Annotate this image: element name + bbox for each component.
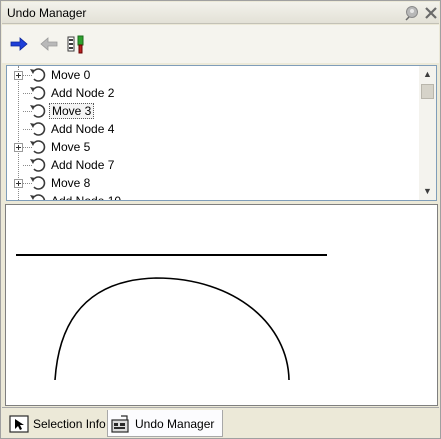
history-item-add-node-10[interactable]: Add Node 10 xyxy=(7,192,417,201)
history-item-move-8[interactable]: Move 8 xyxy=(7,174,417,192)
panel-title: Undo Manager xyxy=(7,6,87,20)
undo-history-icon xyxy=(29,139,47,155)
undo-history-icon xyxy=(29,85,47,101)
history-item-add-node-2[interactable]: Add Node 2 xyxy=(7,84,417,102)
expand-icon[interactable] xyxy=(14,143,23,152)
history-item-label: Add Node 10 xyxy=(51,194,122,201)
history-item-label: Add Node 2 xyxy=(51,86,115,100)
settings-icon[interactable] xyxy=(66,34,88,54)
undo-arrow-icon[interactable] xyxy=(38,34,60,54)
history-item-add-node-7[interactable]: Add Node 7 xyxy=(7,156,417,174)
tab-label: Selection Info xyxy=(33,417,106,431)
scroll-down-icon[interactable]: ▼ xyxy=(419,183,436,200)
canvas-arc xyxy=(54,277,290,381)
redo-arrow-icon[interactable] xyxy=(8,34,30,54)
history-item-label: Move 8 xyxy=(51,176,91,190)
tab-selection-info[interactable]: Selection Info xyxy=(6,410,107,437)
history-item-move-0[interactable]: Move 0 xyxy=(7,66,417,84)
undo-history-icon xyxy=(29,121,47,137)
expand-icon[interactable] xyxy=(14,179,23,188)
tab-undo-manager[interactable]: Undo Manager xyxy=(107,410,223,437)
selection-info-icon xyxy=(9,415,29,433)
undo-history-icon xyxy=(29,103,47,119)
tab-label: Undo Manager xyxy=(135,417,215,431)
history-item-label: Add Node 4 xyxy=(51,122,115,136)
close-icon[interactable] xyxy=(423,5,439,21)
toolbar xyxy=(2,25,439,63)
history-list[interactable]: Move 0 Add Node 2 Move 3 Add Node 4 Move… xyxy=(6,65,437,201)
history-item-move-3[interactable]: Move 3 xyxy=(7,102,417,120)
expand-icon[interactable] xyxy=(14,71,23,80)
undo-history-icon xyxy=(29,175,47,191)
history-item-label: Move 5 xyxy=(51,140,91,154)
undo-manager-icon xyxy=(111,415,131,433)
drawing-canvas[interactable] xyxy=(5,204,438,406)
scroll-thumb[interactable] xyxy=(421,84,434,99)
title-bar: Undo Manager xyxy=(2,2,439,24)
bottom-tab-bar: Selection Info Undo Manager xyxy=(2,407,439,438)
undo-history-icon xyxy=(29,193,47,200)
history-item-label: Add Node 7 xyxy=(51,158,115,172)
history-item-move-5[interactable]: Move 5 xyxy=(7,138,417,156)
history-item-add-node-4[interactable]: Add Node 4 xyxy=(7,120,417,138)
history-item-label: Move 3 xyxy=(49,103,95,119)
undo-history-icon xyxy=(29,67,47,83)
history-item-label: Move 0 xyxy=(51,68,91,82)
pin-icon[interactable] xyxy=(405,5,421,21)
undo-history-icon xyxy=(29,157,47,173)
history-scrollbar[interactable]: ▲ ▼ xyxy=(419,66,436,200)
undo-manager-panel: Undo Manager Move 0 Add Node 2 Move 3 Ad… xyxy=(0,0,441,439)
scroll-up-icon[interactable]: ▲ xyxy=(419,66,436,83)
